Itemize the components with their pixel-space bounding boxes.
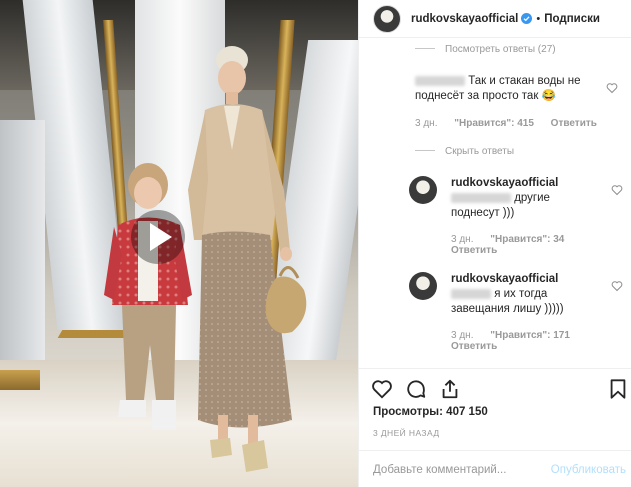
play-icon [150,223,172,251]
child-figure [104,163,192,430]
avatar[interactable] [373,4,401,33]
blurred-mention [451,288,491,299]
heart-icon[interactable] [371,378,393,400]
reply-username[interactable]: rudkovskayaofficial [451,177,558,189]
author-username[interactable]: rudkovskayaofficial [411,13,518,25]
post-details-panel: rudkovskayaofficial • Подписки Посмотрет… [358,0,631,487]
reply-likes[interactable]: "Нравится": 34 [490,234,564,245]
reply-avatar[interactable] [409,272,437,300]
header-separator: • [536,12,541,25]
view-replies-label: Посмотреть ответы (27) [445,44,556,55]
reply-likes[interactable]: "Нравится": 171 [490,330,570,341]
heart-icon[interactable] [611,280,623,292]
reply-time: 3 дн. [451,330,474,341]
hide-replies-label: Скрыть ответы [445,146,515,157]
heart-icon[interactable] [611,184,623,196]
comment-icon[interactable] [405,378,427,400]
reply-button[interactable]: Ответить [551,118,597,129]
views-count[interactable]: Просмотры: 407 150 [373,406,488,418]
share-icon[interactable] [439,378,461,400]
reply-username[interactable]: rudkovskayaofficial [451,273,558,285]
comment-input[interactable] [373,461,543,479]
post-video[interactable] [0,0,358,487]
reply-time: 3 дн. [451,234,474,245]
video-backdrop [0,370,40,390]
reply-avatar[interactable] [409,176,437,204]
action-bar [359,368,631,408]
reply-meta: 3 дн. "Нравится": 34 Ответить [451,234,578,256]
divider [415,48,435,49]
woman-figure [188,46,307,472]
blurred-mention [451,192,511,203]
views-value: 407 150 [446,406,488,418]
divider [415,150,435,151]
bookmark-icon[interactable] [607,378,629,400]
comment-meta: 3 дн. "Нравится": 415 Ответить [415,118,611,129]
video-backdrop [0,120,45,370]
heart-icon[interactable] [606,82,618,94]
view-replies-toggle[interactable]: Посмотреть ответы (27) [415,44,556,55]
comments-list: Посмотреть ответы (27) Так и стакан воды… [359,38,631,368]
play-button[interactable] [131,210,185,264]
comment-text: Так и стакан воды не поднесёт за просто … [415,74,605,104]
views-label: Просмотры: [373,406,443,418]
reply-meta: 3 дн. "Нравится": 171 Ответить [451,330,584,352]
hide-replies-toggle[interactable]: Скрыть ответы [415,146,514,157]
publish-button[interactable]: Опубликовать [551,464,626,476]
add-comment-row: Опубликовать [359,450,631,487]
blurred-username [415,75,465,86]
follow-button[interactable]: Подписки [544,13,600,25]
reply-text: rudkovskayaofficial другие поднесут ))) [451,176,601,221]
comment-likes[interactable]: "Нравится": 415 [454,118,534,129]
comment-time: 3 дн. [415,118,438,129]
verified-badge-icon [521,13,533,24]
commenter-avatar[interactable] [373,74,401,102]
reply-text: rudkovskayaofficial я их тогда завещания… [451,272,601,317]
reply-button[interactable]: Ответить [451,341,497,352]
post-header: rudkovskayaofficial • Подписки [359,0,631,38]
post-date: 3 ДНЕЙ НАЗАД [373,428,440,438]
reply-button[interactable]: Ответить [451,245,497,256]
